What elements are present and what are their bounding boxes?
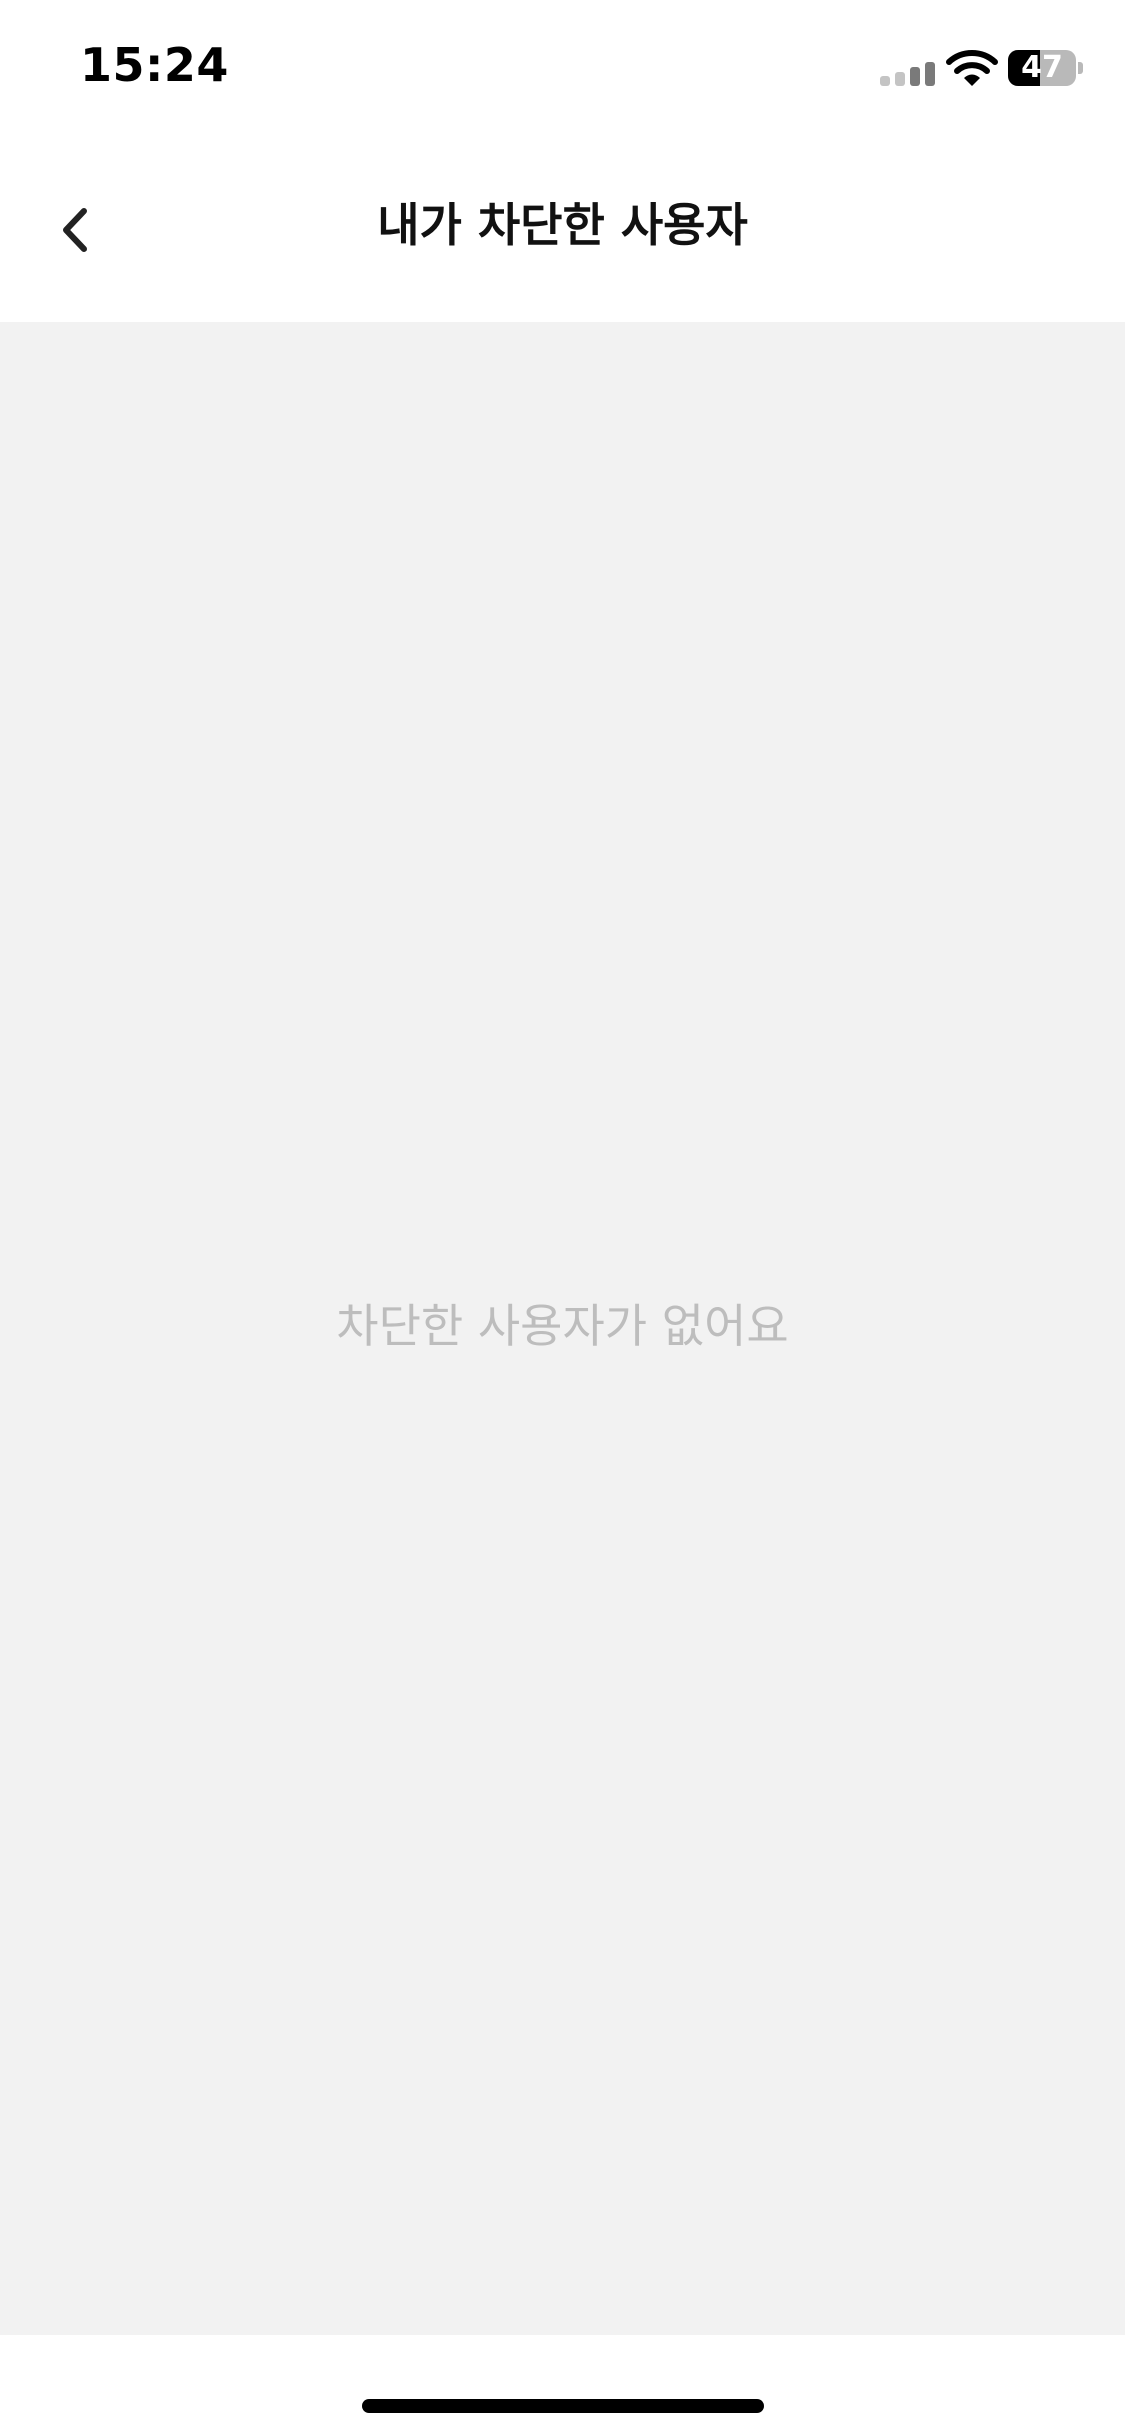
chevron-left-icon [63,208,87,252]
signal-icon [880,62,935,86]
page-title: 내가 차단한 사용자 [377,198,748,252]
blocked-users-list: 차단한 사용자가 없어요 [0,322,1125,2335]
status-bar: 15:24 47 [0,0,1125,140]
battery-level: 47 [1021,50,1063,85]
wifi-icon [946,50,998,86]
battery-icon: 47 [1008,50,1076,86]
battery-cap [1078,62,1083,74]
empty-state-message: 차단한 사용자가 없어요 [336,1299,789,1353]
home-indicator[interactable] [362,2399,764,2413]
home-indicator-area [0,2335,1125,2436]
status-time: 15:24 [80,38,229,92]
back-button[interactable] [40,190,110,270]
navigation-bar: 내가 차단한 사용자 [0,140,1125,322]
